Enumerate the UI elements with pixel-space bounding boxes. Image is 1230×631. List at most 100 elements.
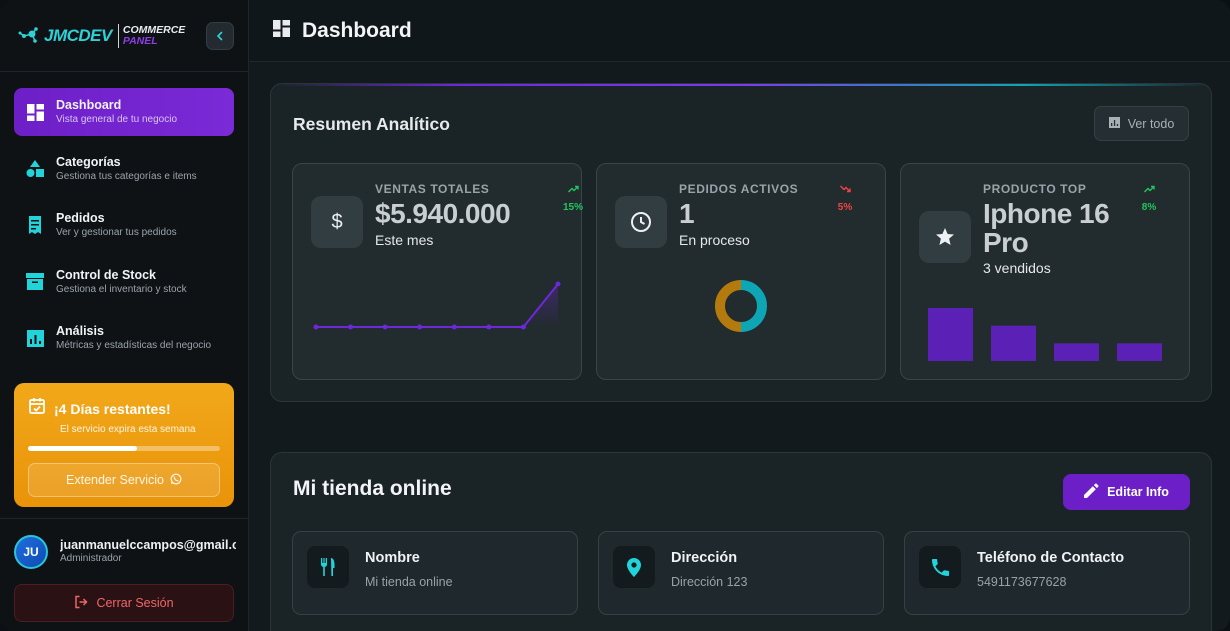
line-point — [313, 324, 319, 330]
sidebar-item-label: Pedidos — [56, 211, 105, 225]
logout-button[interactable]: Cerrar Sesión — [14, 584, 234, 622]
trending-up-icon — [1137, 184, 1161, 196]
donut-slice — [715, 280, 742, 332]
trend-indicator: 5% — [833, 184, 857, 213]
info-label: Nombre — [365, 550, 420, 566]
promo-progress-bar — [28, 446, 220, 451]
donut-slice — [740, 280, 767, 332]
archive-box-icon — [26, 273, 44, 291]
sidebar-nav: Dashboard Vista general de tu negocio Ca… — [14, 88, 234, 371]
stat-label: PEDIDOS ACTIVOS — [679, 182, 799, 196]
sidebar-item-categorias[interactable]: Categorías Gestiona tus categorías e ite… — [14, 145, 234, 193]
stat-value: $5.940.000 — [375, 198, 511, 229]
sidebar-item-description: Gestiona tus categorías e items — [56, 170, 197, 182]
extend-service-label: Extender Servicio — [66, 473, 164, 487]
trending-up-icon — [561, 184, 585, 196]
utensils-icon — [307, 546, 349, 588]
sidebar-item-label: Categorías — [56, 154, 121, 169]
phone-icon — [919, 546, 961, 588]
stat-label: VENTAS TOTALES — [375, 182, 490, 196]
stat-card-top-product[interactable]: PRODUCTO TOP Iphone 16 Pro 3 vendidos 8% — [900, 163, 1190, 380]
logo[interactable]: JMCDEV COMMERCE PANEL — [18, 24, 185, 48]
logo-divider — [117, 24, 119, 48]
line-area — [316, 284, 558, 327]
info-label: Dirección — [671, 550, 738, 566]
view-all-button[interactable]: Ver todo — [1094, 106, 1189, 141]
shapes-icon — [26, 159, 44, 178]
info-card-nombre: Nombre Mi tienda online — [292, 531, 578, 615]
stat-subtitle: En proceso — [679, 232, 750, 248]
sidebar-item-description: Métricas y estadísticas del negocio — [56, 340, 212, 351]
bar — [1117, 343, 1162, 361]
stat-card-sales[interactable]: $ VENTAS TOTALES $5.940.000 Este mes 15% — [292, 163, 585, 380]
stat-subtitle: 3 vendidos — [983, 260, 1051, 276]
dollar-icon: $ — [311, 196, 363, 248]
promo-progress-fill — [28, 446, 138, 451]
brand-name: JMCDEV — [44, 26, 112, 45]
star-icon — [919, 211, 971, 263]
stat-value: 1 — [679, 198, 695, 229]
stat-label: PRODUCTO TOP — [983, 182, 1087, 196]
store-info-card: Mi tienda online Editar Info Nombre Mi t… — [270, 452, 1212, 631]
chevron-left-icon — [215, 29, 225, 44]
main-content: Dashboard Resumen Analítico Ver todo $ V… — [249, 0, 1230, 631]
stat-card-orders[interactable]: PEDIDOS ACTIVOS 1 En proceso 5% — [596, 163, 886, 380]
sidebar-item-control-de-stock[interactable]: Control de Stock Gestiona el inventario … — [14, 258, 234, 306]
dashboard-icon — [26, 103, 44, 121]
store-title: Mi tienda online — [293, 477, 452, 500]
view-all-label: Ver todo — [1127, 116, 1175, 131]
sidebar-item-description: Gestiona el inventario y stock — [56, 283, 187, 295]
info-card-telefono: Teléfono de Contacto 5491173677628 — [904, 531, 1190, 615]
extend-service-button[interactable]: Extender Servicio — [28, 463, 220, 497]
analytics-icon — [26, 329, 44, 347]
receipt-icon — [26, 216, 44, 234]
info-value: Mi tienda online — [365, 575, 453, 589]
bar — [1054, 343, 1099, 361]
collapse-sidebar-button[interactable] — [206, 22, 234, 50]
clock-icon — [615, 196, 667, 248]
avatar[interactable]: JU — [14, 535, 48, 569]
line-point — [486, 324, 492, 330]
user-role: Administrador — [60, 553, 122, 564]
pencil-icon — [1084, 483, 1099, 501]
whatsapp-icon — [170, 473, 182, 488]
chart-icon — [1108, 116, 1120, 131]
sidebar-item-pedidos[interactable]: Pedidos Ver y gestionar tus pedidos — [14, 201, 234, 249]
sidebar: JMCDEV COMMERCE PANEL Dashboard Vista ge… — [0, 0, 249, 631]
line-point — [451, 324, 457, 330]
trend-indicator: 8% — [1137, 184, 1161, 213]
trend-value: 5% — [837, 202, 853, 213]
sidebar-item-dashboard[interactable]: Dashboard Vista general de tu negocio — [14, 88, 234, 136]
logout-icon — [74, 595, 88, 612]
bar — [928, 308, 973, 361]
line-series — [316, 283, 559, 328]
dashboard-icon — [273, 19, 290, 42]
edit-info-button[interactable]: Editar Info — [1063, 474, 1190, 510]
promo-title: ¡4 Días restantes! — [54, 400, 171, 417]
info-value: Dirección 123 — [671, 575, 748, 589]
line-point — [382, 324, 388, 330]
sidebar-item-label: Control de Stock — [56, 267, 157, 282]
info-value: 5491173677628 — [977, 575, 1067, 589]
sidebar-item-label: Dashboard — [56, 98, 122, 112]
stat-value: Iphone 16 Pro — [983, 198, 1110, 258]
edit-info-label: Editar Info — [1107, 485, 1169, 499]
logo-molecule-icon — [18, 26, 40, 46]
brand-subtitle: COMMERCE PANEL — [123, 25, 185, 47]
bar — [991, 325, 1036, 361]
trending-down-icon — [833, 184, 857, 196]
info-label: Teléfono de Contacto — [977, 550, 1125, 566]
page-title: Dashboard — [302, 18, 412, 42]
subscription-promo: ¡4 Días restantes! El servicio expira es… — [14, 383, 234, 507]
stat-subtitle: Este mes — [375, 232, 434, 248]
promo-subtitle: El servicio expira esta semana — [60, 424, 196, 435]
brand-sub-bottom: PANEL — [122, 35, 158, 47]
sidebar-item-analisis[interactable]: Análisis Métricas y estadísticas del neg… — [14, 314, 234, 362]
info-card-direccion: Dirección Dirección 123 — [598, 531, 884, 615]
calendar-check-icon — [28, 397, 46, 420]
trend-value: 8% — [1141, 202, 1157, 213]
top-bar: Dashboard — [249, 0, 1230, 62]
line-point — [417, 324, 423, 330]
sidebar-item-label: Análisis — [56, 324, 104, 338]
user-email: juanmanuelccampos@gmail.com — [60, 538, 236, 552]
